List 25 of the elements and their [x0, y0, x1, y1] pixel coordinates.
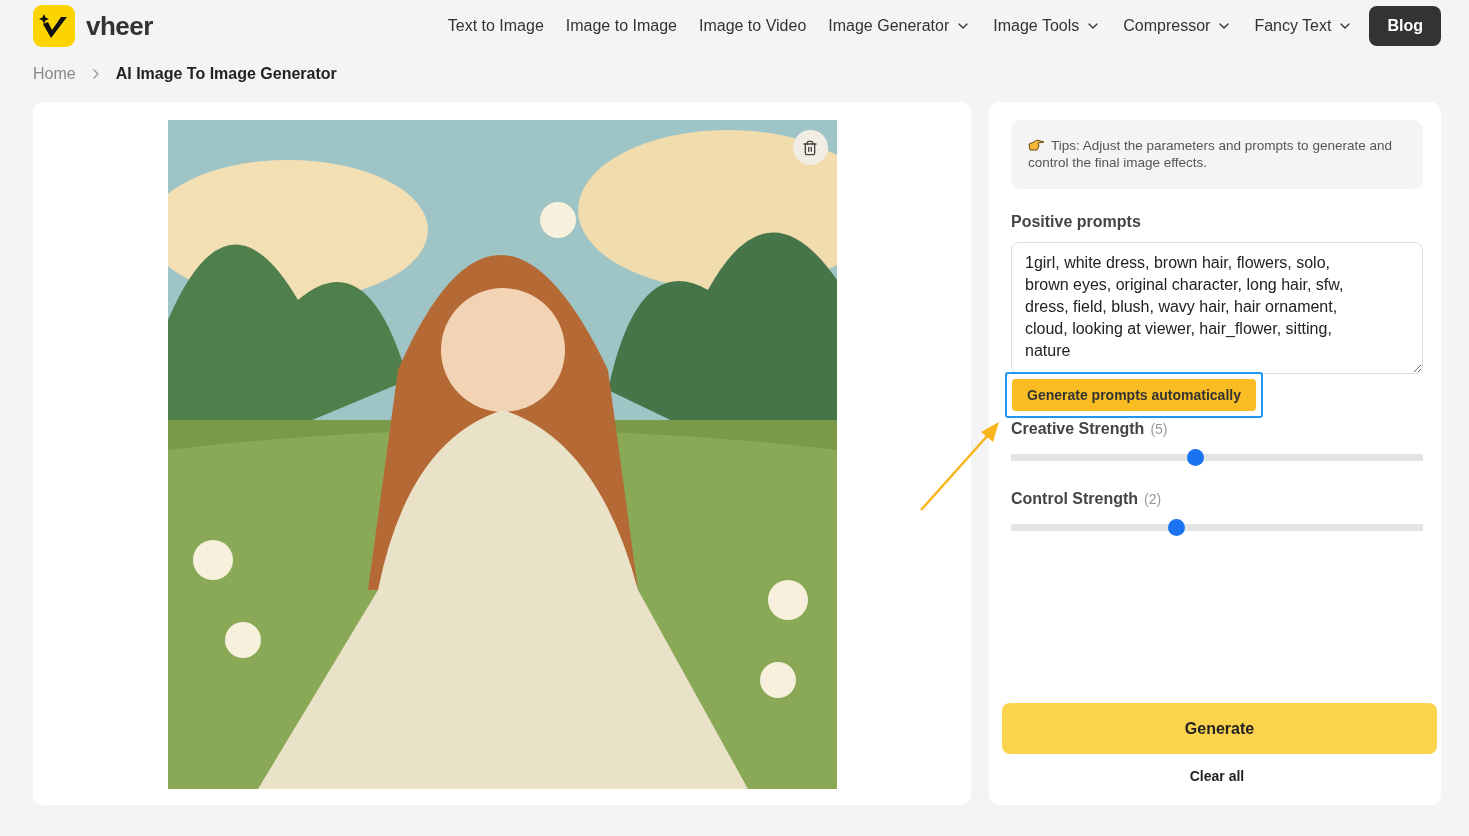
nav-link[interactable]: Image to Image	[565, 17, 677, 35]
slider-thumb[interactable]	[1187, 449, 1205, 466]
auto-prompt-button[interactable]: Generate prompts automatically	[1012, 379, 1256, 411]
nav-link[interactable]: Fancy Text	[1254, 17, 1354, 35]
slider-value: (2)	[1144, 491, 1162, 507]
nav-link[interactable]: Image Tools	[993, 17, 1102, 35]
nav-link[interactable]: Text to Image	[447, 17, 544, 35]
blog-button[interactable]: Blog	[1369, 6, 1441, 46]
logo-text[interactable]: vheer	[86, 10, 153, 42]
generate-button[interactable]: Generate	[1002, 703, 1437, 754]
clear-all-button[interactable]: Clear all	[1183, 767, 1251, 785]
slider-label: Creative Strength	[1011, 420, 1145, 438]
pointing-hand-icon	[1028, 139, 1045, 152]
prompt-label: Positive prompts	[1011, 213, 1142, 231]
slider-label: Control Strength	[1011, 490, 1139, 508]
slider-thumb[interactable]	[1167, 519, 1185, 536]
tip-text: Tips: Adjust the parameters and prompts to generate and control the final image effects.	[1011, 120, 1423, 189]
trash-icon	[802, 139, 818, 156]
nav-link[interactable]: Image to Video	[698, 17, 807, 35]
breadcrumb-link[interactable]: AI Image To Image Generator	[115, 65, 337, 83]
slider-value: (5)	[1150, 421, 1168, 437]
prompt-field[interactable]: 1girl, white dress, brown hair, flowers, solo, brown eyes, original character, long hair, sfw, dress, field, blush, wavy hair, hair ornament, cloud, looking at viewer, hair_flower, sitting, nature	[1011, 242, 1423, 374]
nav-link[interactable]: Compressor	[1123, 17, 1233, 35]
logo-icon[interactable]	[33, 5, 75, 47]
nav-link[interactable]: Image Generator	[828, 17, 972, 35]
